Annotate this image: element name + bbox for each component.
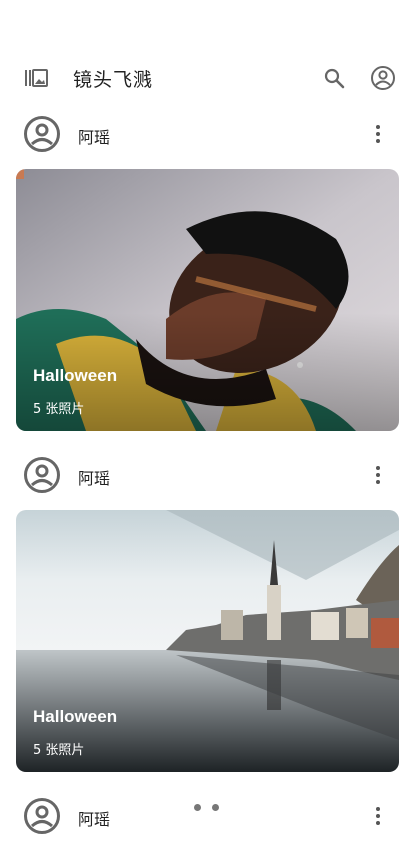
- album-cover-image: [16, 510, 399, 772]
- album-card[interactable]: Halloween 5 张照片: [16, 510, 399, 772]
- photo-library-icon[interactable]: [24, 66, 48, 90]
- avatar-icon[interactable]: [23, 456, 61, 494]
- app-title: 镜头飞溅: [73, 69, 154, 91]
- account-circle-icon[interactable]: [370, 65, 396, 91]
- post-header: 阿瑶: [0, 453, 415, 497]
- username[interactable]: 阿瑶: [78, 124, 110, 148]
- more-vert-icon[interactable]: [368, 804, 388, 828]
- avatar-icon[interactable]: [23, 797, 61, 835]
- album-cover-image: [16, 169, 399, 431]
- loading-indicator: [194, 804, 224, 814]
- loading-dot: [194, 804, 201, 811]
- loading-dot: [212, 804, 219, 811]
- album-title: Halloween: [33, 366, 118, 385]
- search-icon[interactable]: [322, 66, 346, 90]
- photo-count: 5 张照片: [33, 743, 85, 758]
- app-bar: 镜头飞溅: [0, 56, 415, 100]
- post-header: 阿瑶: [0, 794, 415, 838]
- post-header: 阿瑶: [0, 112, 415, 156]
- more-vert-icon[interactable]: [368, 463, 388, 487]
- username[interactable]: 阿瑶: [78, 465, 110, 489]
- album-card[interactable]: Halloween 5 张照片: [16, 169, 399, 431]
- username[interactable]: 阿瑶: [78, 806, 110, 830]
- more-vert-icon[interactable]: [368, 122, 388, 146]
- avatar-icon[interactable]: [23, 115, 61, 153]
- photo-count: 5 张照片: [33, 402, 85, 417]
- album-title: Halloween: [33, 707, 118, 726]
